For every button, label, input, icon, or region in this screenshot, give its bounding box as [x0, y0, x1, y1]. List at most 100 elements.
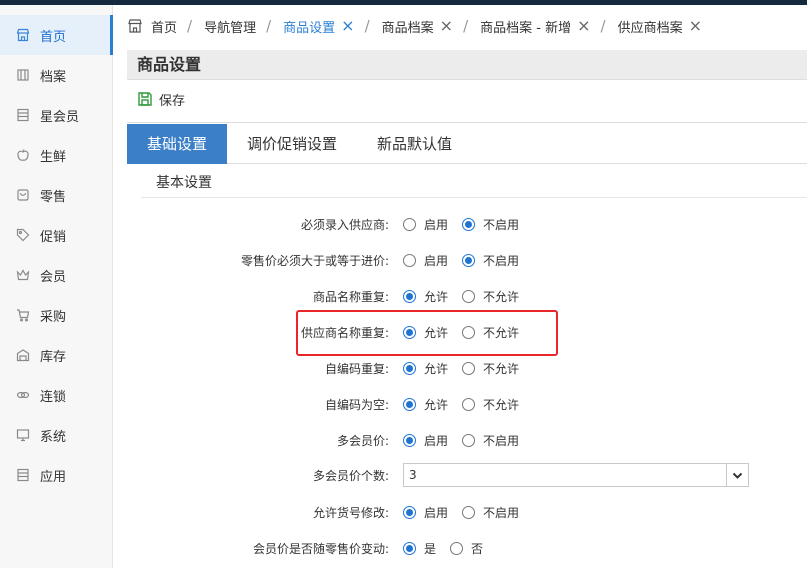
monitor-icon	[16, 428, 30, 442]
radio-disallow[interactable]: 不允许	[462, 288, 519, 305]
radio-no[interactable]: 否	[450, 540, 483, 557]
setting-row-duplicate-product-name: 商品名称重复: 允许 不允许	[127, 284, 807, 308]
tab-label: 商品档案 - 新增	[480, 20, 572, 36]
option-label: 启用	[424, 217, 449, 232]
tab-home[interactable]: 首页	[127, 17, 177, 36]
option-label: 允许	[424, 325, 449, 340]
radio-allow[interactable]: 允许	[403, 324, 448, 341]
tab-product-archive-new[interactable]: 商品档案 - 新增 ×	[480, 17, 590, 36]
radio-enable[interactable]: 启用	[403, 432, 448, 449]
setting-row-member-price-follows-retail: 会员价是否随零售价变动: 是 否	[127, 536, 807, 560]
section-title: 基本设置	[156, 175, 212, 191]
radio-yes[interactable]: 是	[403, 540, 436, 557]
option-label: 不启用	[483, 217, 520, 232]
close-icon[interactable]: ×	[577, 18, 590, 34]
setting-label: 商品名称重复:	[312, 289, 389, 304]
radio-enable[interactable]: 启用	[403, 216, 448, 233]
option-label: 允许	[424, 361, 449, 376]
tab-navigation-management[interactable]: 导航管理	[204, 17, 256, 36]
setting-row-retail-price-check: 零售价必须大于或等于进价: 启用 不启用	[127, 248, 807, 272]
sidebar-item-apps[interactable]: 应用	[0, 455, 113, 495]
setting-label: 多会员价个数:	[312, 468, 389, 483]
option-label: 不允许	[483, 397, 520, 412]
sidebar-item-retail[interactable]: 零售	[0, 175, 113, 215]
radio-allow[interactable]: 允许	[403, 288, 448, 305]
tab-basic-settings[interactable]: 基础设置	[127, 124, 228, 164]
tab-separator: /	[600, 17, 606, 35]
option-label: 启用	[424, 253, 449, 268]
radio-disallow[interactable]: 不允许	[462, 360, 519, 377]
close-icon[interactable]: ×	[341, 18, 354, 34]
member-price-count-select[interactable]: 3	[403, 463, 749, 487]
tab-price-promotion-settings[interactable]: 调价促销设置	[227, 124, 357, 164]
sidebar-item-label: 应用	[40, 469, 67, 485]
chevron-down-icon[interactable]	[726, 464, 748, 486]
option-label: 不允许	[483, 361, 520, 376]
crown-icon	[16, 268, 30, 282]
sidebar-item-star-member[interactable]: 星会员	[0, 95, 113, 135]
tab-product-archive[interactable]: 商品档案 ×	[382, 17, 453, 36]
setting-row-allow-item-number-edit: 允许货号修改: 启用 不启用	[127, 500, 807, 524]
tab-product-settings[interactable]: 商品设置 ×	[283, 17, 354, 36]
setting-row-require-supplier: 必须录入供应商: 启用 不启用	[127, 212, 807, 236]
apps-icon	[16, 468, 30, 482]
sidebar-item-inventory[interactable]: 库存	[0, 335, 113, 375]
radio-enable[interactable]: 启用	[403, 252, 448, 269]
close-icon[interactable]: ×	[689, 18, 702, 34]
option-label: 允许	[424, 397, 449, 412]
sidebar-item-label: 系统	[40, 429, 67, 445]
setting-label: 自编码重复:	[324, 361, 389, 376]
sidebar-item-member[interactable]: 会员	[0, 255, 113, 295]
sidebar-item-home[interactable]: 首页	[0, 15, 113, 55]
setting-label: 零售价必须大于或等于进价:	[240, 253, 389, 268]
sidebar-item-archive[interactable]: 档案	[0, 55, 113, 95]
setting-label: 会员价是否随零售价变动:	[252, 541, 389, 556]
option-label: 启用	[424, 433, 449, 448]
option-label: 不允许	[483, 289, 520, 304]
radio-disable[interactable]: 不启用	[462, 216, 519, 233]
divider	[141, 197, 807, 198]
setting-label: 自编码为空:	[324, 397, 389, 412]
tab-new-product-defaults[interactable]: 新品默认值	[357, 124, 472, 164]
save-label: 保存	[159, 93, 186, 109]
option-label: 不启用	[483, 505, 520, 520]
radio-disallow[interactable]: 不允许	[462, 396, 519, 413]
sidebar-item-purchase[interactable]: 采购	[0, 295, 113, 335]
option-label: 允许	[424, 289, 449, 304]
tab-supplier-archive[interactable]: 供应商档案 ×	[618, 17, 702, 36]
sidebar-item-label: 采购	[40, 309, 67, 325]
store-icon	[127, 18, 143, 34]
radio-disable[interactable]: 不启用	[462, 252, 519, 269]
sidebar-item-label: 零售	[40, 189, 67, 205]
radio-disallow[interactable]: 不允许	[462, 324, 519, 341]
close-icon[interactable]: ×	[440, 18, 453, 34]
sidebar-item-label: 连锁	[40, 389, 67, 405]
option-label: 不启用	[483, 433, 520, 448]
tab-separator: /	[364, 17, 370, 35]
apple-icon	[16, 148, 30, 162]
setting-label: 多会员价:	[336, 433, 389, 448]
sidebar-item-fresh[interactable]: 生鲜	[0, 135, 113, 175]
radio-disable[interactable]: 不启用	[462, 432, 519, 449]
setting-row-duplicate-supplier-name: 供应商名称重复: 允许 不允许	[127, 320, 807, 344]
divider	[127, 122, 807, 123]
setting-label: 供应商名称重复:	[300, 325, 389, 340]
sidebar-item-chain[interactable]: 连锁	[0, 375, 113, 415]
radio-allow[interactable]: 允许	[403, 396, 448, 413]
bag-icon	[16, 188, 30, 202]
shelf-icon	[16, 108, 30, 122]
tag-icon	[16, 228, 30, 242]
radio-disable[interactable]: 不启用	[462, 504, 519, 521]
radio-enable[interactable]: 启用	[403, 504, 448, 521]
tabs-bar: 首页 / 导航管理 / 商品设置 × / 商品档案 × / 商品档案 - 新增 …	[127, 5, 807, 47]
setting-row-member-price-count: 多会员价个数: 3	[127, 463, 807, 487]
save-button[interactable]: 保存	[137, 88, 185, 110]
radio-allow[interactable]: 允许	[403, 360, 448, 377]
sidebar-item-label: 首页	[40, 29, 67, 45]
option-label: 不启用	[483, 253, 520, 268]
cart-icon	[16, 308, 30, 322]
setting-row-empty-custom-code: 自编码为空: 允许 不允许	[127, 392, 807, 416]
option-label: 是	[424, 541, 437, 556]
sidebar-item-system[interactable]: 系统	[0, 415, 113, 455]
sidebar-item-promotion[interactable]: 促销	[0, 215, 113, 255]
